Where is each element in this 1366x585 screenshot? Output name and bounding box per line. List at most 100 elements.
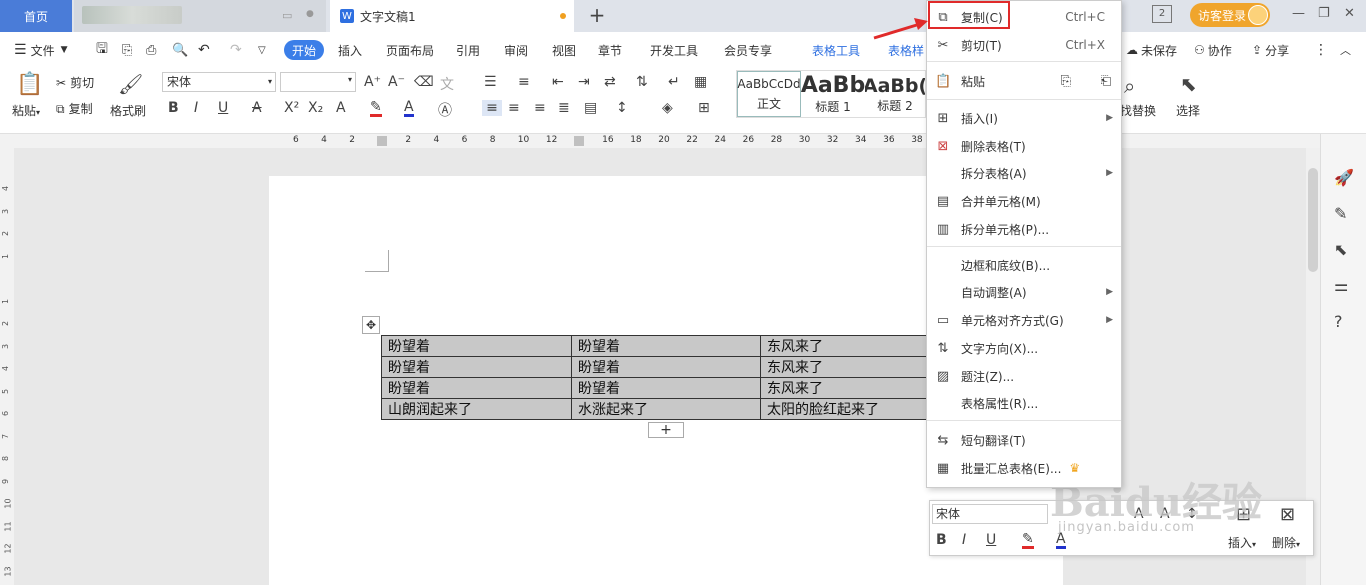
table-cell[interactable]: 东风来了 — [760, 377, 931, 399]
menu-item-delete-table[interactable]: ⊠ 删除表格(T) — [927, 133, 1121, 159]
window-count-badge[interactable]: 2 — [1152, 5, 1172, 23]
mini-insert-button[interactable]: 插入▾ — [1228, 534, 1256, 551]
save-icon[interactable]: 🖫 — [96, 40, 108, 60]
show-marks-icon[interactable]: ↵ — [668, 74, 680, 90]
tab-table-style[interactable]: 表格样 — [888, 40, 924, 60]
tab-review[interactable]: 审阅 — [504, 40, 528, 60]
menu-item-split-table[interactable]: 拆分表格(A) ▶ — [927, 160, 1121, 186]
align-center-icon[interactable]: ≡ — [508, 100, 520, 116]
table-cell[interactable]: 东风来了 — [760, 335, 931, 357]
tab-view[interactable]: 视图 — [552, 40, 576, 60]
shading-icon[interactable]: ◈ — [662, 100, 673, 116]
more-icon[interactable]: ⋮ — [1314, 40, 1328, 60]
cut-button[interactable]: ✂ 剪切 — [56, 74, 94, 91]
tab-home[interactable]: 首页 — [0, 0, 72, 32]
char-border-icon[interactable]: Ⓐ — [438, 100, 452, 120]
tab-developer[interactable]: 开发工具 — [650, 40, 698, 60]
menu-item-merge-cells[interactable]: ▤ 合并单元格(M) — [927, 188, 1121, 214]
mini-delete-button[interactable]: 删除▾ — [1272, 534, 1300, 551]
select-button[interactable]: 选择 — [1176, 102, 1200, 119]
table-cell[interactable]: 盼望着 — [571, 377, 761, 399]
tab-section[interactable]: 章节 — [598, 40, 622, 60]
mini-italic-icon[interactable]: I — [962, 532, 966, 548]
menu-item-insert[interactable]: ⊞ 插入(I) ▶ — [927, 105, 1121, 131]
tab-table-tools[interactable]: 表格工具 — [812, 40, 860, 60]
scrollbar-thumb[interactable] — [1308, 168, 1318, 272]
unsaved-status[interactable]: ☁ 未保存 — [1126, 40, 1177, 60]
font-size-select[interactable]: ▾ — [280, 72, 356, 92]
tab-page-layout[interactable]: 页面布局 — [386, 40, 434, 60]
increase-indent-icon[interactable]: ⇥ — [578, 74, 590, 90]
bullet-list-icon[interactable]: ☰ — [484, 74, 497, 90]
format-painter-button[interactable]: 格式刷 — [110, 102, 146, 119]
table-cell[interactable]: 水涨起来了 — [571, 398, 761, 420]
decrease-indent-icon[interactable]: ⇤ — [552, 74, 564, 90]
table-cell[interactable]: 盼望着 — [381, 377, 572, 399]
table-cell[interactable]: 东风来了 — [760, 356, 931, 378]
align-left-icon[interactable]: ≡ — [482, 100, 502, 116]
find-icon[interactable]: ⌕ — [1124, 74, 1135, 98]
number-list-icon[interactable]: ≡ — [518, 74, 530, 90]
tab-member[interactable]: 会员专享 — [724, 40, 772, 60]
font-grow-icon[interactable]: A⁺ — [364, 74, 381, 90]
quick-access-dropdown-icon[interactable]: ▽ — [258, 40, 266, 60]
menu-item-caption[interactable]: ▨ 题注(Z)... — [927, 363, 1121, 389]
pointer-icon[interactable]: ⬉ — [1334, 240, 1347, 259]
strikethrough-icon[interactable]: A — [252, 100, 262, 116]
print-preview-icon[interactable]: 🔍 — [172, 40, 188, 60]
style-normal[interactable]: AaBbCcDd 正文 — [737, 71, 801, 117]
sliders-icon[interactable]: ⚌ — [1334, 276, 1348, 295]
ruler-icon[interactable]: ▦ — [694, 74, 707, 90]
paste-button[interactable]: 粘贴▾ — [12, 102, 40, 119]
clear-format-icon[interactable]: ⌫ — [414, 74, 434, 90]
highlight-icon[interactable]: ✎ — [370, 100, 382, 117]
select-cursor-icon[interactable]: ⬉ — [1180, 72, 1197, 96]
menu-item-paste[interactable]: 📋 粘贴 ⎘ ⎗ — [927, 68, 1121, 94]
style-heading1[interactable]: AaBb 标题 1 — [801, 71, 865, 117]
borders-icon[interactable]: ⊞ — [698, 100, 710, 116]
tab-document[interactable]: W 文字文稿1 — [330, 0, 574, 32]
align-right-icon[interactable]: ≡ — [534, 100, 546, 116]
tab-insert[interactable]: 插入 — [338, 40, 362, 60]
table-cell[interactable]: 盼望着 — [381, 356, 572, 378]
table-cell[interactable]: 山朗润起来了 — [381, 398, 572, 420]
distributed-icon[interactable]: ▤ — [584, 100, 597, 116]
italic-icon[interactable]: I — [194, 100, 198, 116]
table-delete-icon[interactable]: ⊠ — [1280, 504, 1295, 525]
mini-bold-icon[interactable]: B — [936, 532, 947, 548]
bold-icon[interactable]: B — [168, 100, 179, 116]
login-button[interactable]: 访客登录 — [1190, 3, 1270, 27]
undo-icon[interactable]: ↶ — [198, 40, 210, 60]
text-effect-icon[interactable]: A — [336, 100, 346, 116]
superscript-icon[interactable]: X² — [284, 100, 299, 116]
font-name-select[interactable]: 宋体 ▾ — [162, 72, 276, 92]
mini-highlight-icon[interactable]: ✎ — [1022, 532, 1034, 549]
table-cell[interactable]: 盼望着 — [571, 335, 761, 357]
copy-button[interactable]: ⧉ 复制 — [56, 100, 93, 117]
menu-item-cell-align[interactable]: ▭ 单元格对齐方式(G) ▶ — [927, 307, 1121, 333]
collaborate-button[interactable]: ⚇ 协作 — [1194, 40, 1232, 60]
sort-icon[interactable]: ⇅ — [636, 74, 648, 90]
minimize-icon[interactable]: — — [1292, 6, 1305, 21]
new-tab-button[interactable]: + — [586, 3, 608, 27]
document-table[interactable]: 盼望着 盼望着 东风来了 盼望着 盼望着 东风来了 盼望着 盼望着 东风来了 山… — [381, 335, 931, 420]
paste-icon[interactable]: 📋 — [16, 72, 43, 97]
help-icon[interactable]: ? — [1334, 312, 1343, 331]
justify-icon[interactable]: ≣ — [558, 100, 570, 116]
text-direction-ribbon-icon[interactable]: ⇄ — [604, 74, 616, 90]
table-cell[interactable]: 太阳的脸红起来了 — [760, 398, 931, 420]
paste-text-icon[interactable]: ⎘ — [1061, 74, 1071, 89]
subscript-icon[interactable]: X₂ — [308, 100, 323, 116]
menu-item-text-direction[interactable]: ⇅ 文字方向(X)... — [927, 335, 1121, 361]
export-icon[interactable]: ⎘ — [122, 40, 132, 60]
menu-item-autofit[interactable]: 自动调整(A) ▶ — [927, 279, 1121, 305]
paste-special-icon[interactable]: ⎗ — [1101, 74, 1111, 89]
share-button[interactable]: ⇪ 分享 — [1252, 40, 1289, 60]
tab-references[interactable]: 引用 — [456, 40, 480, 60]
find-replace-button[interactable]: 找替换 — [1120, 102, 1156, 119]
phonetic-icon[interactable]: 文 — [440, 74, 454, 94]
mini-underline-icon[interactable]: U — [986, 532, 996, 548]
table-move-handle[interactable]: ✥ — [362, 316, 380, 334]
file-menu[interactable]: ☰ 文件 ▼ — [14, 40, 68, 60]
table-cell[interactable]: 盼望着 — [571, 356, 761, 378]
